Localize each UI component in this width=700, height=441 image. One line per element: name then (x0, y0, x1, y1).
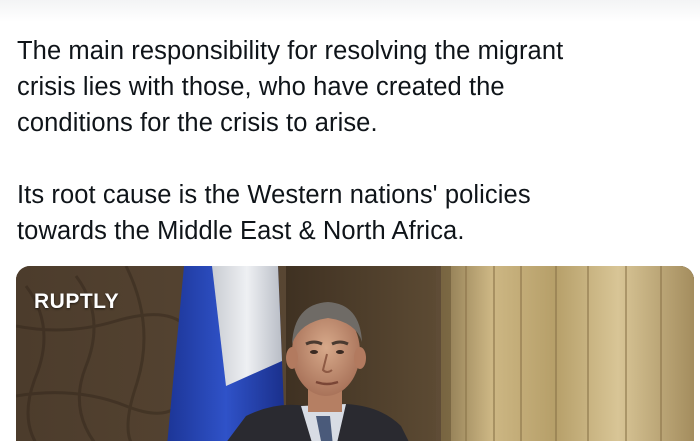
ruptly-watermark: RUPTLY (34, 290, 120, 313)
tweet-paragraph-2: Its root cause is the Western nations' p… (17, 177, 687, 249)
tweet-line: conditions for the crisis to arise. (17, 109, 378, 137)
tweet-text: The main responsibility for resolving th… (17, 33, 687, 249)
tweet-line: crisis lies with those, who have created… (17, 73, 505, 101)
tweet-line: towards the Middle East & North Africa. (17, 217, 465, 245)
tweet-line: Its root cause is the Western nations' p… (17, 181, 531, 209)
tweet-media-video[interactable]: RUPTLY (16, 266, 694, 441)
previous-content-fade (0, 0, 700, 22)
tweet-line: The main responsibility for resolving th… (17, 37, 564, 65)
tweet-paragraph-1: The main responsibility for resolving th… (17, 33, 687, 141)
